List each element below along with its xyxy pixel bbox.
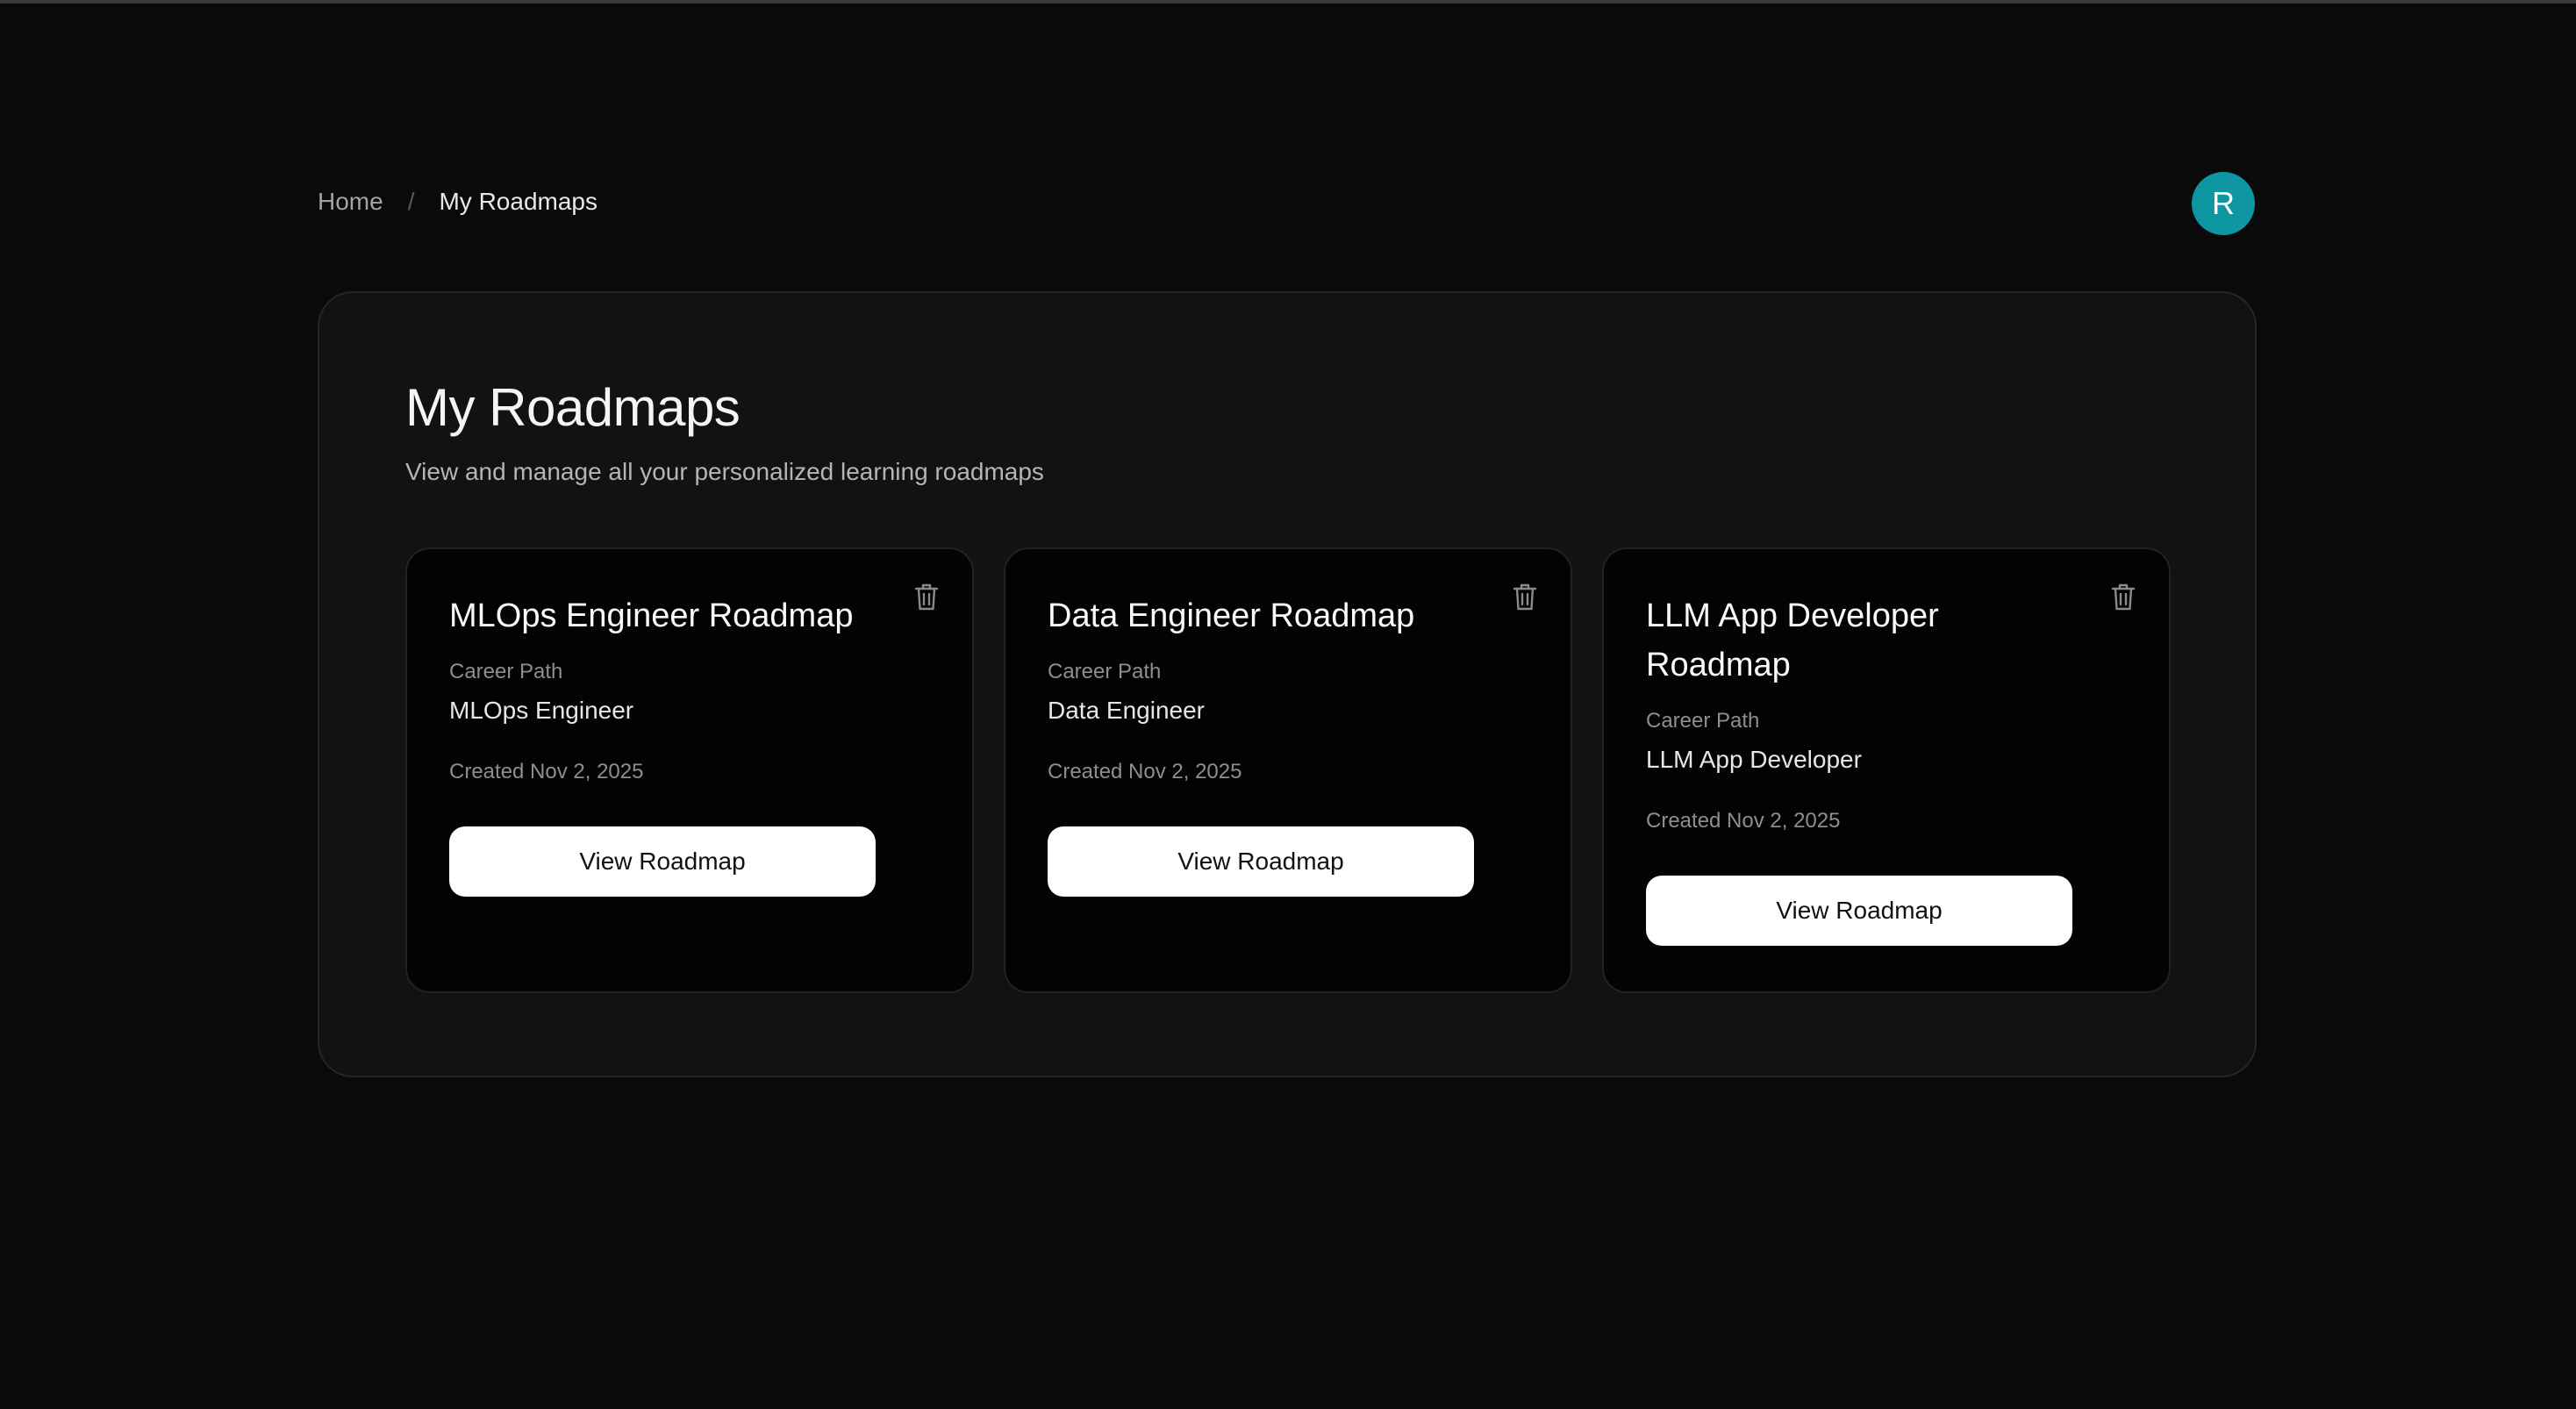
user-avatar[interactable]: R xyxy=(2192,172,2255,235)
career-path-label: Career Path xyxy=(1048,660,1162,683)
roadmap-card: MLOps Engineer Roadmap Career Path MLOps… xyxy=(405,547,974,993)
roadmap-card-title: LLM App Developer Roadmap xyxy=(1646,597,1939,683)
view-roadmap-button[interactable]: View Roadmap xyxy=(449,826,876,897)
trash-icon[interactable] xyxy=(1513,583,1537,612)
career-path-label: Career Path xyxy=(1646,709,1760,733)
career-path-value: LLM App Developer xyxy=(1646,746,1862,773)
view-roadmap-button[interactable]: View Roadmap xyxy=(1048,826,1474,897)
page-subtitle: View and manage all your personalized le… xyxy=(405,458,1044,485)
trash-icon[interactable] xyxy=(914,583,939,612)
created-date: Created Nov 2, 2025 xyxy=(1646,809,1841,833)
page-title: My Roadmaps xyxy=(405,378,741,437)
top-border xyxy=(0,0,2576,4)
created-date: Created Nov 2, 2025 xyxy=(449,760,644,783)
roadmap-card: LLM App Developer Roadmap Career Path LL… xyxy=(1602,547,2171,993)
roadmaps-panel: My Roadmaps View and manage all your per… xyxy=(318,291,2257,1077)
career-path-label: Career Path xyxy=(449,660,563,683)
career-path-value: MLOps Engineer xyxy=(449,697,634,724)
roadmap-card-list: MLOps Engineer Roadmap Career Path MLOps… xyxy=(405,547,2171,993)
breadcrumb-home-link[interactable]: Home xyxy=(318,188,383,216)
career-path-value: Data Engineer xyxy=(1048,697,1206,724)
breadcrumb-separator: / xyxy=(407,188,415,215)
roadmap-card-title: MLOps Engineer Roadmap xyxy=(449,597,854,634)
breadcrumb-current: My Roadmaps xyxy=(439,188,597,215)
roadmap-card-title: Data Engineer Roadmap xyxy=(1048,597,1415,634)
roadmap-card: Data Engineer Roadmap Career Path Data E… xyxy=(1004,547,1572,993)
view-roadmap-button[interactable]: View Roadmap xyxy=(1646,876,2072,946)
trash-icon[interactable] xyxy=(2111,583,2136,612)
created-date: Created Nov 2, 2025 xyxy=(1048,760,1242,783)
breadcrumb: Home / My Roadmaps xyxy=(318,188,597,216)
